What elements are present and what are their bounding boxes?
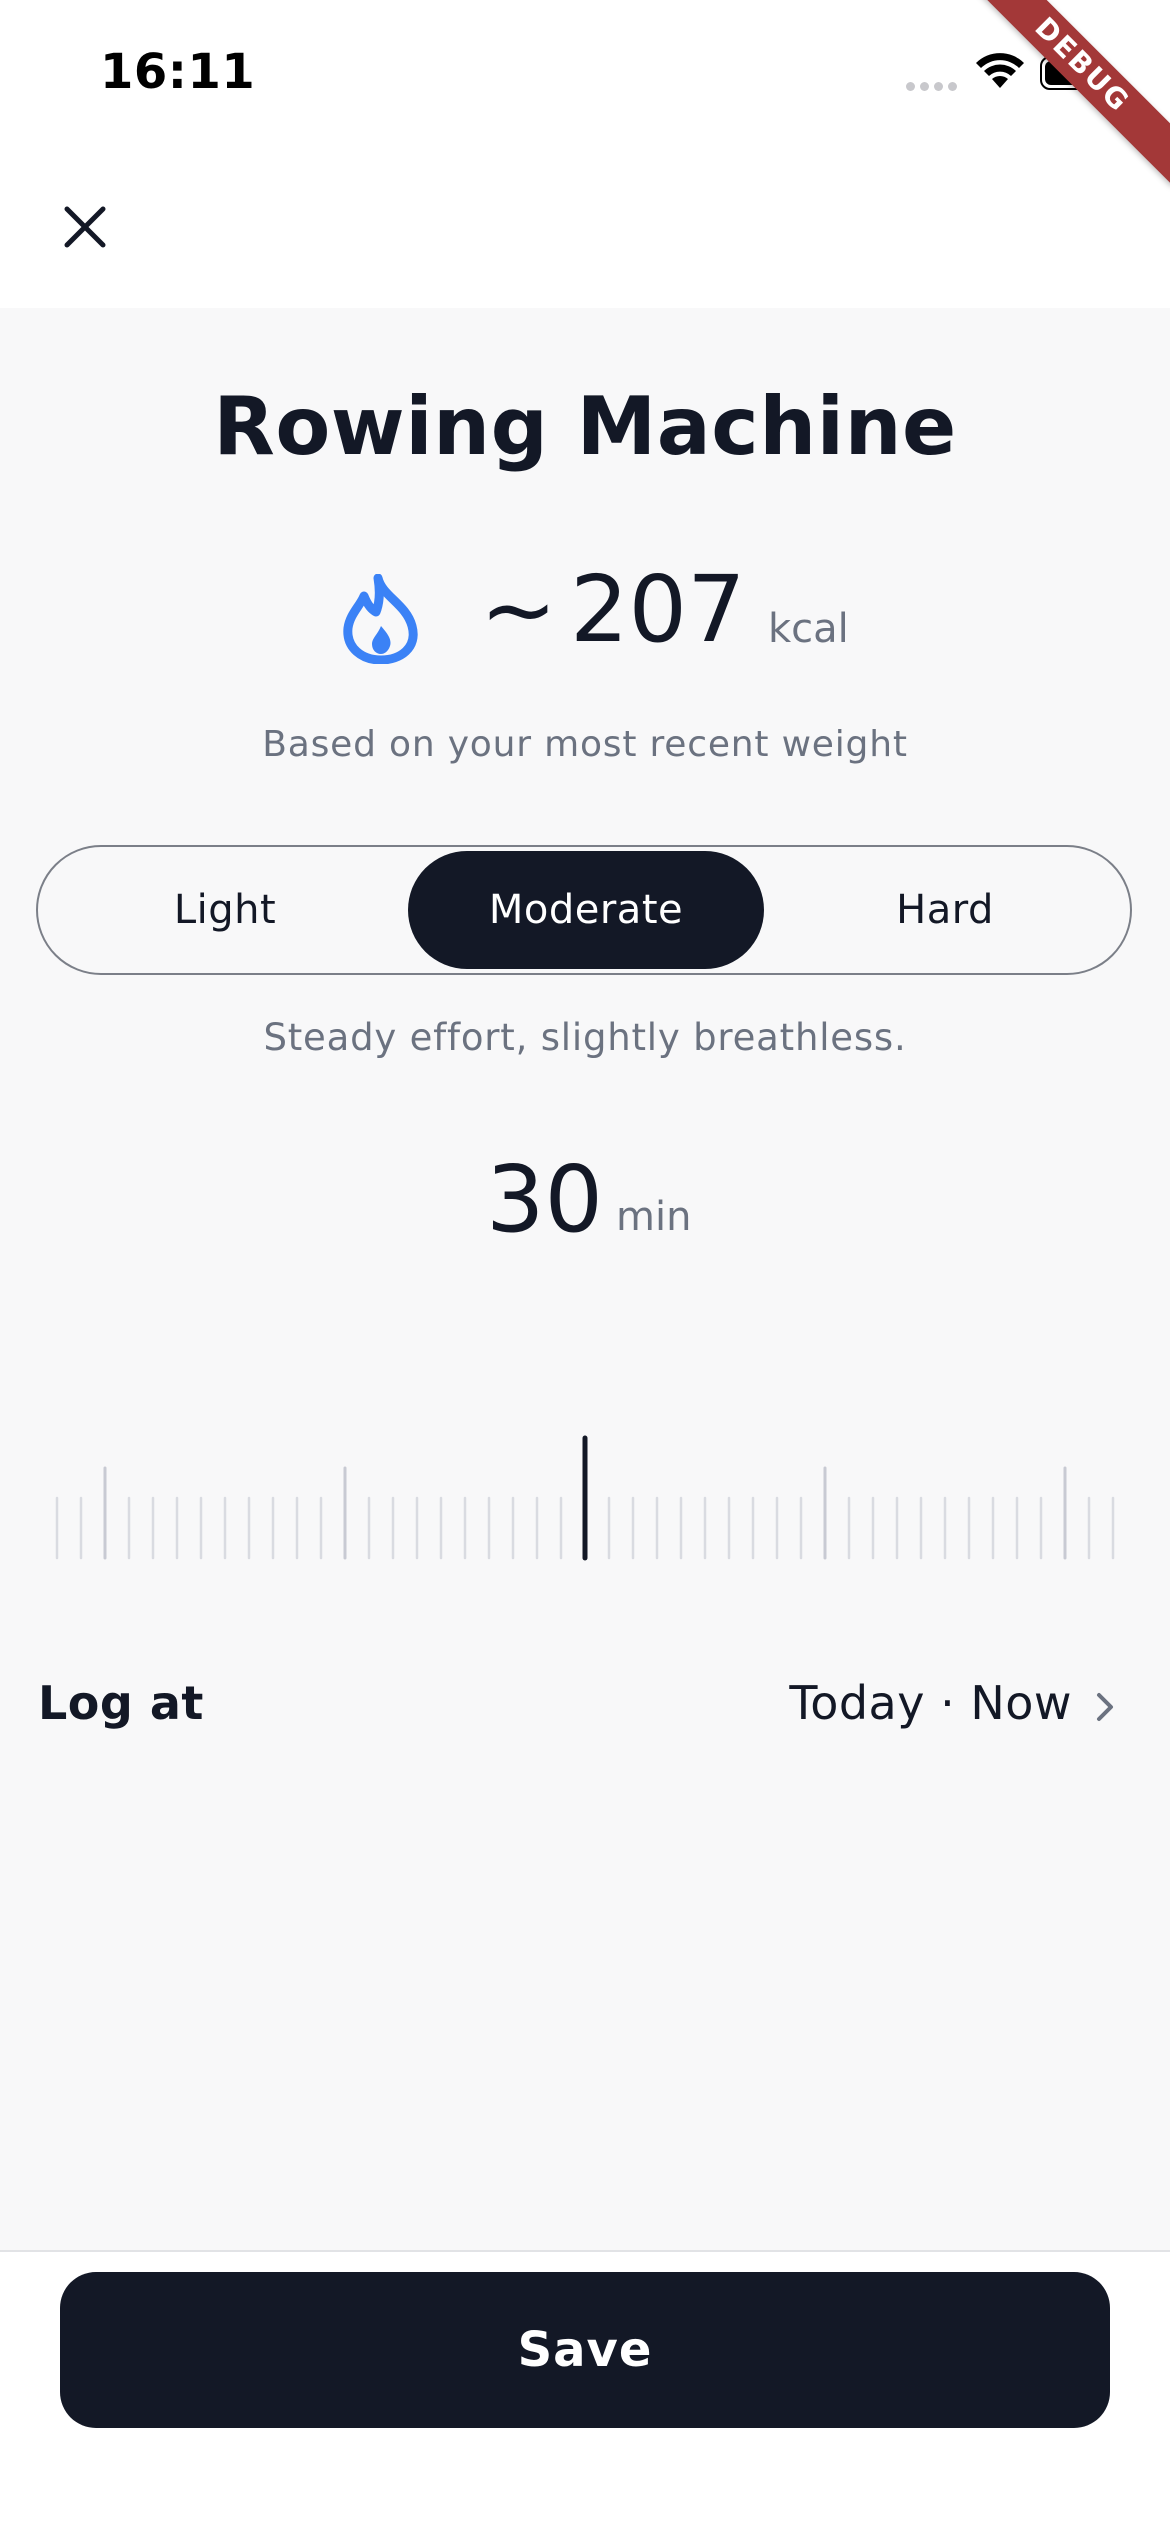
log-at-label: Log at [38, 1676, 204, 1730]
duration-display: 30 min [0, 1146, 1170, 1256]
close-icon [64, 206, 106, 248]
page-title: Rowing Machine [213, 380, 957, 473]
calories-value: 207 [570, 556, 746, 663]
chevron-right-icon [1097, 1693, 1113, 1721]
calories-approx-symbol: ~ [480, 556, 558, 663]
cellular-signal-icon [906, 82, 957, 91]
bottom-bar: Save [0, 2250, 1170, 2532]
duration-ruler-slider[interactable] [40, 1388, 1130, 1568]
intensity-option-moderate[interactable]: Moderate [408, 851, 764, 969]
calories-estimate: ~ 207 kcal [0, 556, 1170, 666]
intensity-option-hard[interactable]: Hard [764, 851, 1126, 969]
header [0, 150, 1170, 308]
close-button[interactable] [50, 192, 120, 262]
log-at-value: Today · Now [789, 1676, 1072, 1730]
status-bar: 16:11 [0, 0, 1170, 150]
calories-note: Based on your most recent weight [262, 724, 908, 765]
duration-value: 30 [486, 1146, 604, 1253]
status-time: 16:11 [100, 44, 256, 100]
save-button[interactable]: Save [60, 2272, 1110, 2428]
intensity-description: Steady effort, slightly breathless. [263, 1016, 907, 1059]
log-at-row[interactable]: Log at Today · Now [0, 1660, 1170, 1750]
intensity-selector: Light Moderate Hard [36, 845, 1132, 975]
calories-unit: kcal [768, 606, 849, 652]
wifi-icon [976, 53, 1024, 88]
content: Rowing Machine ~ 207 kcal Based on your … [0, 308, 1170, 2250]
duration-unit: min [616, 1194, 692, 1240]
intensity-option-light[interactable]: Light [42, 851, 408, 969]
flame-icon [343, 574, 418, 664]
